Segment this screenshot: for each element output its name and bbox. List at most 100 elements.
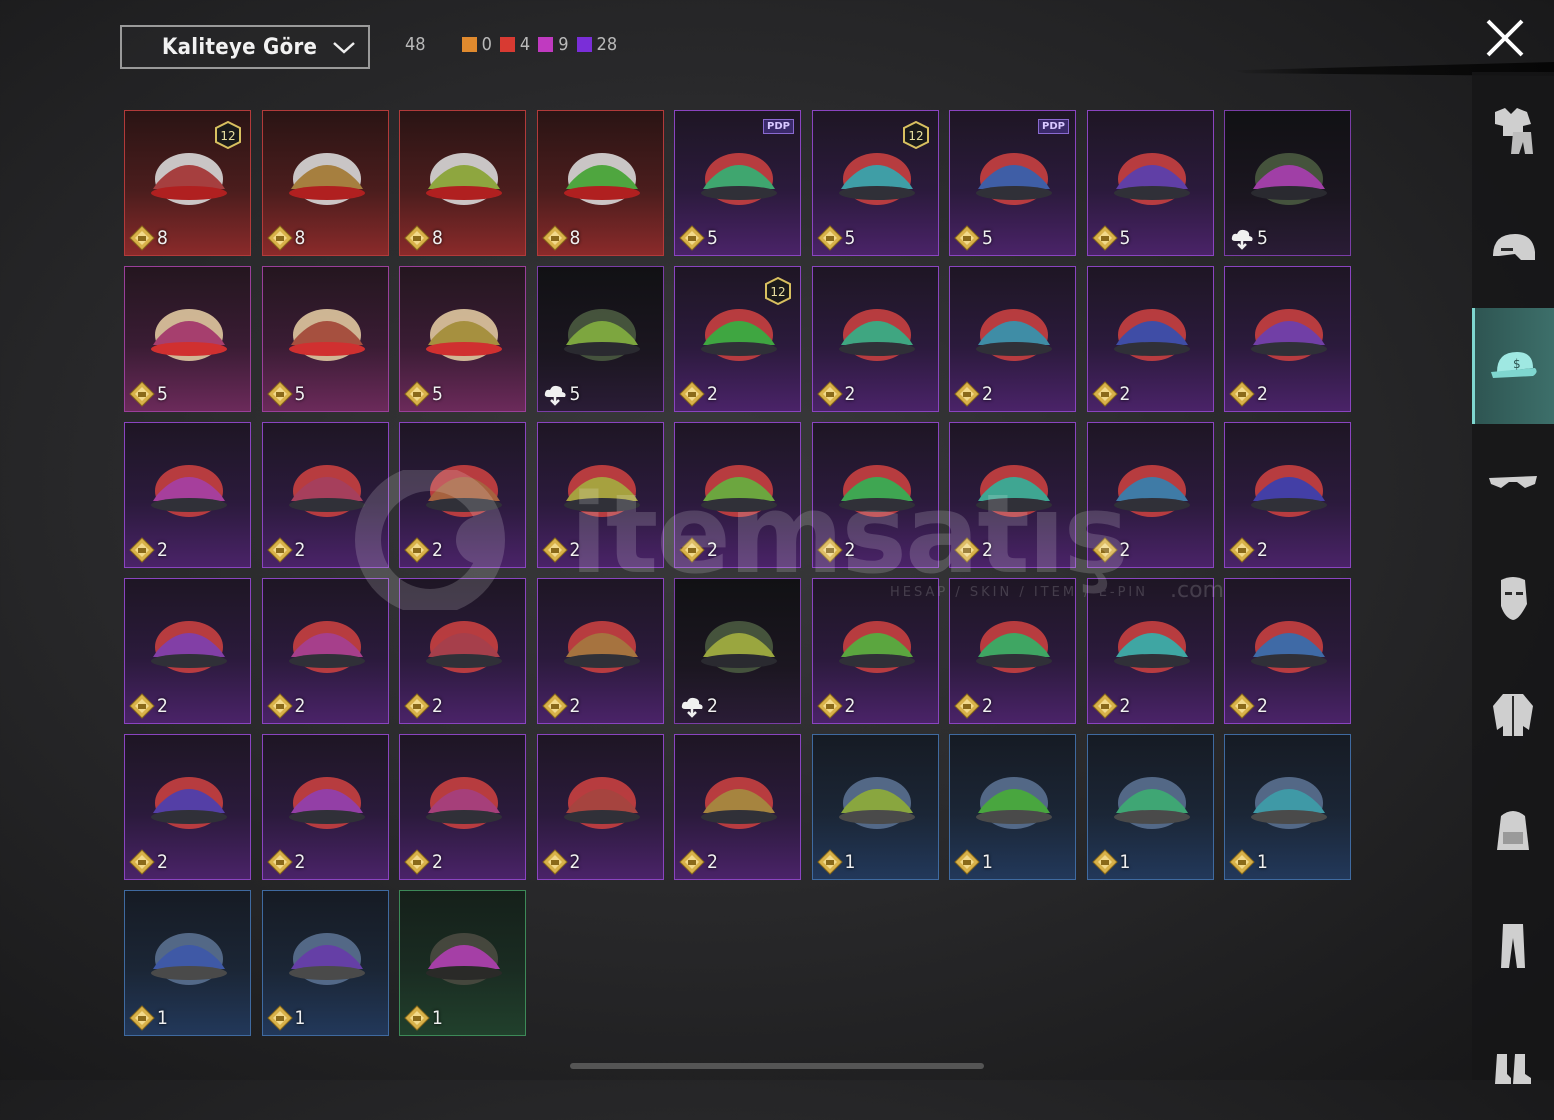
upgrade-count-badge: 2 (1229, 693, 1268, 719)
inventory-item-card[interactable]: 5 (261, 266, 389, 412)
category-pants[interactable] (1472, 888, 1554, 1004)
category-glasses[interactable] (1472, 424, 1554, 540)
inventory-item-card[interactable]: 2 (261, 578, 389, 724)
inventory-item-card[interactable]: 2 (124, 578, 251, 724)
upgrade-count-value: 2 (707, 851, 718, 873)
inventory-item-card[interactable]: 1 (1086, 734, 1214, 880)
military-helmet-icon (563, 309, 640, 361)
black-helmet-icon (976, 309, 1052, 361)
pants-icon (1501, 924, 1525, 968)
boots-icon (1495, 1054, 1531, 1084)
material-gem-icon (679, 225, 705, 251)
upgrade-count-value: 2 (157, 851, 168, 873)
svg-text:$: $ (1513, 357, 1521, 371)
inventory-item-card[interactable]: 2 (949, 266, 1076, 412)
material-gem-icon (1091, 537, 1118, 563)
upgrade-count-value: 8 (569, 227, 581, 249)
inventory-item-card[interactable]: 5 (124, 266, 251, 412)
inventory-item-card[interactable]: 2 (949, 422, 1076, 568)
upgrade-count-badge: 2 (954, 381, 993, 407)
upgrade-count-value: 5 (844, 227, 856, 249)
inventory-item-card[interactable]: 2 (399, 422, 526, 568)
inventory-item-card[interactable]: 2 (399, 578, 526, 724)
upgrade-count-badge: 5 (679, 225, 718, 251)
inventory-item-card[interactable]: 2 (811, 266, 939, 412)
inventory-item-card[interactable]: 12 2 (674, 266, 801, 412)
material-gem-icon (541, 693, 568, 719)
inventory-item-card[interactable]: 2 (261, 734, 389, 880)
inventory-item-card[interactable]: 8 (261, 110, 389, 256)
close-icon[interactable] (1484, 18, 1526, 58)
upgrade-count-badge: 5 (1229, 225, 1268, 251)
inventory-item-card[interactable]: 2 (811, 578, 939, 724)
inventory-item-card[interactable]: 2 (536, 578, 664, 724)
shark-hat-icon (1251, 465, 1327, 517)
cake-hat-icon (151, 309, 227, 361)
category-outfit[interactable] (1472, 72, 1554, 188)
inventory-item-card[interactable]: 5 (536, 266, 664, 412)
inventory-item-card[interactable]: 2 (124, 422, 251, 568)
quality-swatch (576, 37, 592, 52)
sort-dropdown[interactable]: Kaliteye Göre (120, 25, 370, 69)
quality-swatch (461, 37, 477, 52)
inventory-item-card[interactable]: 2 (674, 578, 801, 724)
inventory-item-card[interactable]: 2 (674, 422, 801, 568)
material-gem-icon (129, 537, 155, 563)
inventory-item-card[interactable]: 2 (949, 578, 1076, 724)
upgrade-count-value: 5 (707, 227, 718, 249)
upgrade-count-value: 8 (432, 227, 443, 249)
inventory-item-card[interactable]: PDP 5 (674, 110, 801, 256)
inventory-item-card[interactable]: 2 (1086, 266, 1214, 412)
inventory-item-card[interactable]: 2 (261, 422, 389, 568)
inventory-item-card[interactable]: 1 (1224, 734, 1351, 880)
upgrade-count-value: 1 (432, 1007, 443, 1029)
inventory-item-card[interactable]: 2 (674, 734, 801, 880)
upgrade-count-value: 5 (982, 227, 993, 249)
inventory-item-card[interactable]: 2 (1086, 578, 1214, 724)
cloud-download-icon (544, 385, 566, 406)
inventory-item-card[interactable]: 2 (536, 422, 664, 568)
inventory-item-card[interactable]: 2 (1224, 266, 1351, 412)
inventory-item-card[interactable]: 5 (399, 266, 526, 412)
inventory-item-card[interactable]: 1 (261, 890, 389, 1036)
category-backpack[interactable] (1472, 772, 1554, 888)
inventory-item-card[interactable]: 2 (124, 734, 251, 880)
inventory-item-card[interactable]: 5 (1086, 110, 1214, 256)
upgrade-count-value: 2 (1257, 539, 1268, 561)
level-badge-value: 12 (770, 285, 785, 299)
holographic-cap-icon (1113, 309, 1190, 361)
bunny-headband-icon (976, 465, 1052, 517)
inventory-item-card[interactable]: 2 (399, 734, 526, 880)
category-mask[interactable] (1472, 540, 1554, 656)
inventory-item-card[interactable]: 2 (536, 734, 664, 880)
inventory-item-card[interactable]: 5 (1224, 110, 1351, 256)
inventory-item-card[interactable]: 1 (811, 734, 939, 880)
mask-icon (1501, 577, 1527, 620)
quality-count-value: 28 (596, 34, 618, 55)
inventory-item-card[interactable]: 1 (399, 890, 526, 1036)
category-helmet[interactable] (1472, 192, 1554, 308)
upgrade-count-badge: 8 (404, 225, 443, 251)
category-jacket[interactable] (1472, 656, 1554, 772)
inventory-item-card[interactable]: 2 (1086, 422, 1214, 568)
inventory-item-card[interactable]: 12 8 (124, 110, 251, 256)
category-hat[interactable]: $ (1472, 308, 1554, 424)
inventory-item-card[interactable]: 1 (949, 734, 1076, 880)
inventory-item-card[interactable]: 12 5 (811, 110, 939, 256)
top-bar: Kaliteye Göre 48 0 4 9 28 (0, 0, 1554, 100)
upgrade-count-value: 1 (1257, 851, 1268, 873)
inventory-item-card[interactable]: 8 (399, 110, 526, 256)
category-shoes[interactable] (1472, 1004, 1554, 1120)
inventory-item-card[interactable]: 8 (536, 110, 664, 256)
inventory-item-card[interactable]: 2 (1224, 422, 1351, 568)
inventory-item-card[interactable]: PDP 5 (949, 110, 1076, 256)
tan-cap-icon (1251, 777, 1327, 829)
level-badge-value: 12 (220, 129, 235, 143)
material-gem-icon (954, 537, 980, 563)
inventory-item-card[interactable]: 1 (124, 890, 251, 1036)
upgrade-count-badge: 2 (1229, 381, 1268, 407)
inventory-item-card[interactable]: 2 (1224, 578, 1351, 724)
upgrade-count-badge: 5 (542, 381, 580, 407)
bandana-icon (426, 777, 502, 829)
inventory-item-card[interactable]: 2 (811, 422, 939, 568)
